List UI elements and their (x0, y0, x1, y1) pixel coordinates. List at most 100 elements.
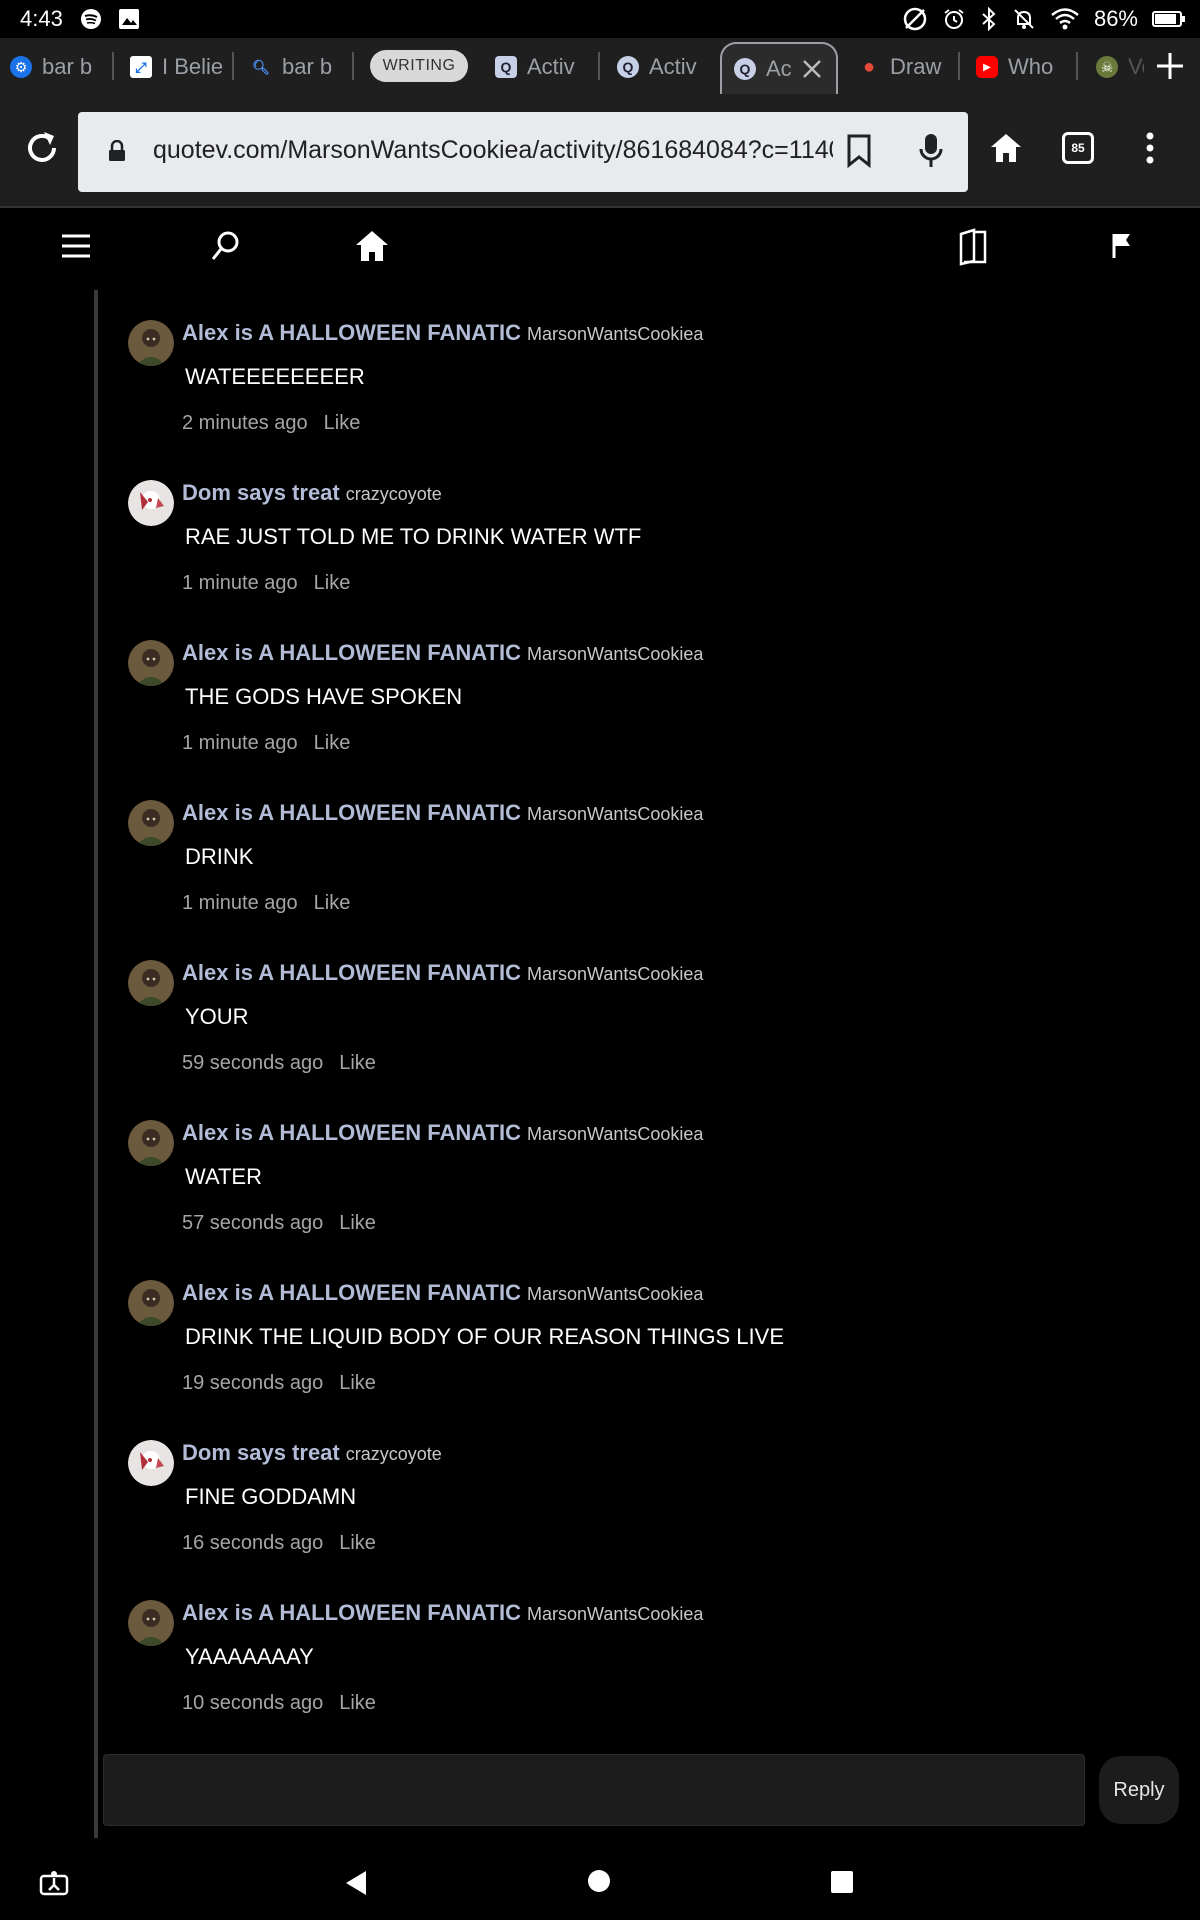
avatar-alex[interactable] (128, 1600, 174, 1646)
comment-author[interactable]: Alex is A HALLOWEEN FANATIC MarsonWantsCo… (182, 1120, 703, 1146)
tab-8[interactable]: ▶ Who (976, 44, 1068, 90)
tab-4[interactable]: Q Activ (495, 44, 595, 90)
author-username[interactable]: MarsonWantsCookiea (527, 1604, 703, 1624)
author-display-name[interactable]: Alex is A HALLOWEEN FANATIC (182, 800, 521, 825)
reply-input[interactable] (103, 1754, 1085, 1826)
reload-icon[interactable] (22, 128, 62, 168)
author-username[interactable]: MarsonWantsCookiea (527, 324, 703, 344)
author-username[interactable]: MarsonWantsCookiea (527, 1124, 703, 1144)
avatar-dom[interactable] (128, 480, 174, 526)
recents-icon[interactable] (830, 1870, 854, 1894)
tab-7[interactable]: ● Draw (858, 44, 948, 90)
notifications-off-icon (1014, 9, 1034, 29)
library-book-icon[interactable] (956, 228, 990, 266)
home-circle-icon[interactable] (587, 1869, 611, 1893)
skull-icon: ☠ (1096, 56, 1118, 78)
comment-time[interactable]: 1 minute ago (182, 892, 298, 914)
comment-author[interactable]: Alex is A HALLOWEEN FANATIC MarsonWantsCo… (182, 1280, 703, 1306)
tab-1[interactable]: ⚙ bar b (10, 44, 100, 90)
close-tab-icon[interactable] (802, 59, 822, 79)
tab-9[interactable]: ☠ Vo (1096, 44, 1144, 90)
comment-time[interactable]: 1 minute ago (182, 572, 298, 594)
like-button[interactable]: Like (314, 732, 351, 754)
tab-6-active[interactable]: Q Ac (720, 42, 838, 94)
tab-label: bar b (42, 54, 93, 79)
comment-author[interactable]: Alex is A HALLOWEEN FANATIC MarsonWantsCo… (182, 800, 703, 826)
author-display-name[interactable]: Alex is A HALLOWEEN FANATIC (182, 960, 521, 985)
bookmark-icon[interactable] (846, 134, 872, 168)
comment: Alex is A HALLOWEEN FANATIC MarsonWantsCo… (128, 318, 1168, 478)
tab-group-writing[interactable]: WRITING (370, 50, 468, 82)
new-tab-icon[interactable] (1154, 50, 1186, 82)
author-display-name[interactable]: Alex is A HALLOWEEN FANATIC (182, 1600, 521, 1625)
comment: Alex is A HALLOWEEN FANATIC MarsonWantsCo… (128, 1598, 1168, 1758)
author-username[interactable]: crazycoyote (346, 484, 442, 504)
more-options-icon[interactable] (1140, 130, 1160, 166)
avatar-alex[interactable] (128, 640, 174, 686)
avatar-image (128, 800, 174, 846)
author-display-name[interactable]: Alex is A HALLOWEEN FANATIC (182, 1280, 521, 1305)
like-button[interactable]: Like (339, 1692, 376, 1714)
author-display-name[interactable]: Dom says treat (182, 480, 340, 505)
comment-time[interactable]: 16 seconds ago (182, 1532, 323, 1554)
author-username[interactable]: MarsonWantsCookiea (527, 1284, 703, 1304)
avatar-alex[interactable] (128, 960, 174, 1006)
comment-time[interactable]: 2 minutes ago (182, 412, 308, 434)
comment-meta: 19 seconds ago Like (182, 1372, 376, 1395)
like-button[interactable]: Like (339, 1212, 376, 1234)
microphone-icon[interactable] (918, 132, 944, 170)
tab-label: bar b (282, 54, 333, 79)
comment-time[interactable]: 57 seconds ago (182, 1212, 323, 1234)
home-icon[interactable] (988, 130, 1024, 166)
avatar-alex[interactable] (128, 1280, 174, 1326)
home-icon[interactable] (354, 228, 390, 264)
tab-2[interactable]: ⤢ I Belie (130, 44, 230, 90)
back-icon[interactable] (342, 1868, 370, 1898)
author-display-name[interactable]: Alex is A HALLOWEEN FANATIC (182, 1120, 521, 1145)
tab-5[interactable]: Q Activ (617, 44, 707, 90)
avatar-dom[interactable] (128, 1440, 174, 1486)
like-button[interactable]: Like (339, 1372, 376, 1394)
reply-button[interactable]: Reply (1099, 1756, 1179, 1824)
comment-time[interactable]: 1 minute ago (182, 732, 298, 754)
address-bar[interactable]: quotev.com/MarsonWantsCookiea/activity/8… (78, 112, 968, 192)
author-display-name[interactable]: Alex is A HALLOWEEN FANATIC (182, 640, 521, 665)
comment-time[interactable]: 59 seconds ago (182, 1052, 323, 1074)
tab-3[interactable]: 🔍︎ bar b (250, 44, 340, 90)
comment-author[interactable]: Dom says treat crazycoyote (182, 480, 442, 506)
avatar-alex[interactable] (128, 320, 174, 366)
battery-percent: 86% (1093, 6, 1138, 31)
hamburger-menu-icon[interactable] (58, 228, 94, 264)
comment-author[interactable]: Alex is A HALLOWEEN FANATIC MarsonWantsCo… (182, 320, 703, 346)
author-username[interactable]: MarsonWantsCookiea (527, 804, 703, 824)
comment-body: DRINK (185, 844, 254, 869)
like-button[interactable]: Like (339, 1052, 376, 1074)
comment-author[interactable]: Alex is A HALLOWEEN FANATIC MarsonWantsCo… (182, 640, 703, 666)
like-button[interactable]: Like (314, 892, 351, 914)
author-username[interactable]: MarsonWantsCookiea (527, 964, 703, 984)
author-username[interactable]: crazycoyote (346, 1444, 442, 1464)
avatar-alex[interactable] (128, 1120, 174, 1166)
tab-label: Ac (766, 56, 792, 81)
tab-separator (958, 52, 960, 80)
comment-time[interactable]: 10 seconds ago (182, 1692, 323, 1714)
accessibility-icon[interactable] (38, 1866, 70, 1898)
avatar-image (128, 1440, 174, 1486)
tab-switcher-button[interactable]: 85 (1062, 132, 1094, 164)
like-button[interactable]: Like (314, 572, 351, 594)
author-display-name[interactable]: Dom says treat (182, 1440, 340, 1465)
comment-author[interactable]: Dom says treat crazycoyote (182, 1440, 442, 1466)
avatar-alex[interactable] (128, 800, 174, 846)
author-display-name[interactable]: Alex is A HALLOWEEN FANATIC (182, 320, 521, 345)
url-text[interactable]: quotev.com/MarsonWantsCookiea/activity/8… (153, 136, 833, 165)
like-button[interactable]: Like (339, 1532, 376, 1554)
search-icon[interactable] (208, 228, 244, 264)
flag-icon[interactable] (1110, 228, 1134, 264)
comment-time[interactable]: 19 seconds ago (182, 1372, 323, 1394)
comment-author[interactable]: Alex is A HALLOWEEN FANATIC MarsonWantsCo… (182, 960, 703, 986)
lock-icon[interactable] (108, 140, 126, 162)
author-username[interactable]: MarsonWantsCookiea (527, 644, 703, 664)
tab-label: Activ (527, 54, 575, 79)
like-button[interactable]: Like (324, 412, 361, 434)
comment-author[interactable]: Alex is A HALLOWEEN FANATIC MarsonWantsCo… (182, 1600, 703, 1626)
